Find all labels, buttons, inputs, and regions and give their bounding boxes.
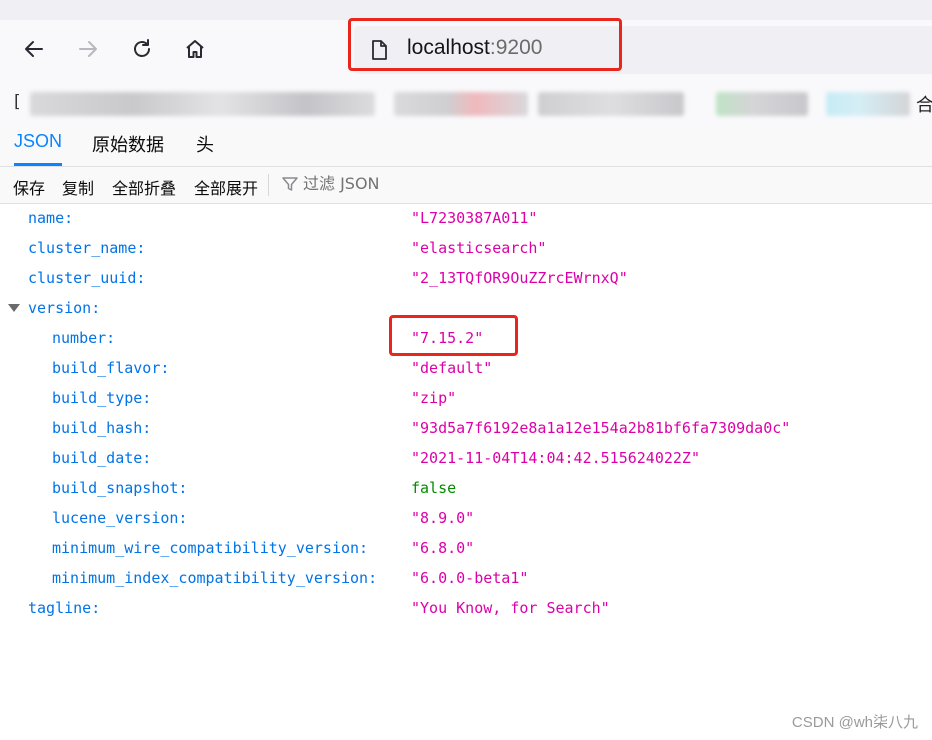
forward-button[interactable] [71,32,105,66]
toolbar-divider [268,174,269,196]
json-row[interactable]: build_snapshot: false [0,473,932,503]
forward-arrow-icon [79,41,97,57]
json-value: "2_13TQfOR9OuZZrcEWrnxQ" [411,269,628,287]
json-value: "6.8.0" [411,539,475,557]
json-key: cluster_name: [28,239,146,257]
watermark: CSDN @wh柒八九 [791,714,918,731]
expand-all-button[interactable]: 全部展开 [194,175,258,199]
json-row[interactable]: build_flavor: "default" [0,353,932,383]
reload-icon [134,39,150,57]
json-key: version: [28,299,101,317]
json-value: false [411,479,457,497]
json-key: cluster_uuid: [28,269,146,287]
json-row[interactable]: tagline: "You Know, for Search" [0,593,932,623]
json-value: "zip" [411,389,457,407]
json-row[interactable]: build_date: "2021-11-04T14:04:42.51562402… [0,443,932,473]
json-key: name: [28,209,74,227]
tab-raw-data-label: 原始数据 [92,135,164,155]
json-row[interactable]: build_hash: "93d5a7f6192e8a1a12e154a2b81b… [0,413,932,443]
bookmark-glyph[interactable]: [ [14,92,21,112]
json-row[interactable]: lucene_version: "8.9.0" [0,503,932,533]
back-button[interactable] [17,32,51,66]
copy-button[interactable]: 复制 [62,175,94,199]
filter-funnel-icon [282,176,298,191]
json-key: tagline: [28,599,101,617]
viewer-tabs: JSON 原始数据 头 [0,126,932,167]
back-arrow-icon [25,41,43,57]
blurred-bookmark[interactable] [394,92,528,116]
json-value: "2021-11-04T14:04:42.515624022Z" [411,449,700,467]
version-highlight-box [389,315,518,356]
selected-tab-indicator [14,163,63,166]
json-key: minimum_index_compatibility_version: [52,569,378,587]
reload-button[interactable] [125,32,159,66]
tab-json[interactable]: JSON [14,131,63,166]
json-value: "default" [411,359,493,377]
json-value: "6.0.0-beta1" [411,569,529,587]
json-row[interactable]: build_type: "zip" [0,383,932,413]
blurred-bookmark[interactable] [538,92,684,116]
json-value: "93d5a7f6192e8a1a12e154a2b81bf6fa7309da0… [411,419,791,437]
expand-triangle-icon[interactable] [8,304,20,312]
json-key: number: [52,329,116,347]
home-button[interactable] [178,32,212,66]
filter-box[interactable] [281,174,483,193]
json-key: minimum_wire_compatibility_version: [52,539,369,557]
json-toolbar: 保存 复制 全部折叠 全部展开 [0,167,932,204]
tab-headers-label: 头 [196,135,214,155]
tab-raw-data[interactable]: 原始数据 [92,131,164,161]
json-value: "8.9.0" [411,509,475,527]
json-value: "You Know, for Search" [411,599,610,617]
json-row[interactable]: minimum_index_compatibility_version: "6.0… [0,563,932,593]
json-key: build_date: [52,449,152,467]
json-row[interactable]: cluster_name: "elasticsearch" [0,233,932,263]
collapse-all-button[interactable]: 全部折叠 [112,175,176,199]
blurred-bookmark[interactable] [716,92,808,116]
url-highlight-box [348,18,622,71]
bookmarks-bar: [ 合 [0,82,932,126]
tab-strip [0,0,932,20]
json-key: build_hash: [52,419,152,437]
blurred-bookmark[interactable] [826,92,910,116]
json-row[interactable]: cluster_uuid: "2_13TQfOR9OuZZrcEWrnxQ" [0,263,932,293]
json-row[interactable]: minimum_wire_compatibility_version: "6.8.… [0,533,932,563]
home-icon [186,40,204,58]
json-key: build_flavor: [52,359,170,377]
filter-json-input[interactable] [303,174,483,193]
json-row[interactable]: name: "L7230387A011" [0,203,932,233]
json-value: "L7230387A011" [411,209,538,227]
json-key: build_type: [52,389,152,407]
tab-json-label: JSON [14,131,63,151]
tab-headers[interactable]: 头 [196,131,214,161]
json-value: "elasticsearch" [411,239,547,257]
bookmark-glyph[interactable]: 合 [916,91,932,117]
blurred-bookmark[interactable] [30,92,375,116]
json-key: build_snapshot: [52,479,188,497]
json-key: lucene_version: [52,509,188,527]
save-button[interactable]: 保存 [13,175,45,199]
